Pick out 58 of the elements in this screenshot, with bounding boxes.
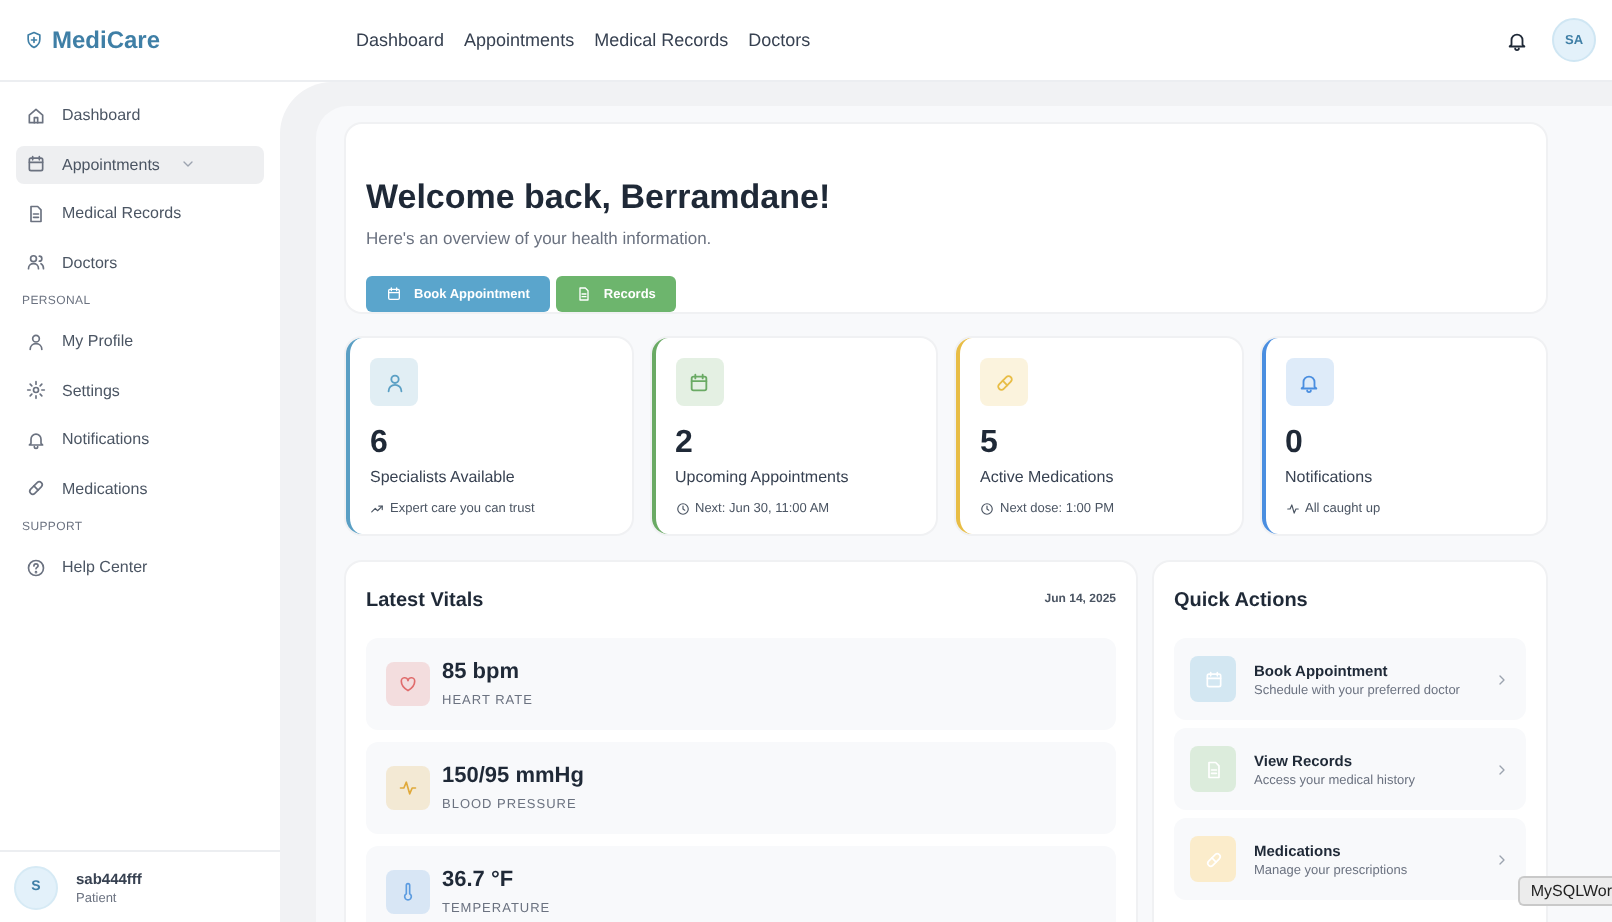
stat-label: Active Medications — [980, 468, 1116, 486]
clock-icon — [980, 502, 994, 516]
calendar-icon — [688, 371, 710, 393]
sidebar-item[interactable]: Settings — [16, 371, 264, 409]
sidebar-item[interactable]: Notifications — [16, 420, 264, 458]
sidebar-item[interactable]: Medical Records — [16, 194, 264, 232]
home-icon — [26, 105, 46, 125]
sidebar-item[interactable]: Medications — [16, 469, 264, 507]
stat-value: 0 — [1285, 426, 1305, 462]
welcome-title: Welcome back, Berramdane! — [366, 178, 833, 218]
chevron-right-icon — [1494, 761, 1510, 777]
app-logo[interactable]: MediCare — [52, 26, 161, 54]
pill-icon — [1203, 849, 1223, 869]
document-icon — [575, 286, 592, 302]
chevron-down-icon — [179, 156, 196, 172]
stat-label: Notifications — [1285, 468, 1375, 486]
chevron-right-icon — [1494, 851, 1510, 867]
stat-value: 5 — [980, 426, 1000, 462]
clock-icon — [675, 502, 689, 516]
bell-icon — [26, 429, 46, 449]
person-icon — [383, 371, 405, 393]
people-icon — [26, 252, 46, 272]
document-icon — [26, 203, 46, 223]
pulse-icon — [1285, 502, 1299, 516]
nav-link[interactable]: Appointments — [464, 30, 575, 50]
vital-value: 36.7 °F — [442, 868, 516, 892]
vital-value: 85 bpm — [442, 660, 522, 684]
nav-link[interactable]: Dashboard — [356, 30, 445, 50]
card-title: Quick Actions — [1174, 589, 1308, 611]
stat-value: 2 — [675, 426, 695, 462]
person-icon — [26, 331, 46, 351]
help-icon — [26, 557, 46, 577]
nav-link[interactable]: Medical Records — [594, 30, 729, 50]
card-title: Latest Vitals — [366, 589, 484, 611]
sidebar-item[interactable]: Appointments — [16, 145, 264, 183]
nav-link[interactable]: Doctors — [748, 30, 811, 50]
sidebar-item[interactable]: Help Center — [16, 548, 264, 586]
sidebar-item[interactable]: Dashboard — [16, 96, 264, 134]
calendar-icon — [26, 154, 46, 174]
trend-up-icon — [370, 502, 384, 516]
vital-value: 150/95 mmHg — [442, 764, 584, 788]
sidebar-item[interactable]: My Profile — [16, 322, 264, 360]
calendar-icon — [386, 286, 402, 302]
settings-icon — [26, 380, 46, 400]
welcome-subtitle: Here's an overview of your health information. — [366, 228, 714, 248]
stat-label: Upcoming Appointments — [675, 468, 851, 486]
bell-icon — [1298, 371, 1320, 393]
stat-label: Specialists Available — [370, 468, 517, 486]
stat-value: 6 — [370, 426, 390, 462]
shield-icon — [24, 30, 44, 50]
sidebar-item[interactable]: Doctors — [16, 243, 264, 281]
tooltip: MySQLWor — [1518, 876, 1612, 906]
pill-icon — [26, 478, 46, 498]
document-icon — [1203, 759, 1223, 779]
notification-icon[interactable] — [1506, 29, 1528, 51]
pill-icon — [993, 371, 1015, 393]
chevron-right-icon — [1494, 671, 1510, 687]
calendar-icon — [1203, 669, 1223, 689]
